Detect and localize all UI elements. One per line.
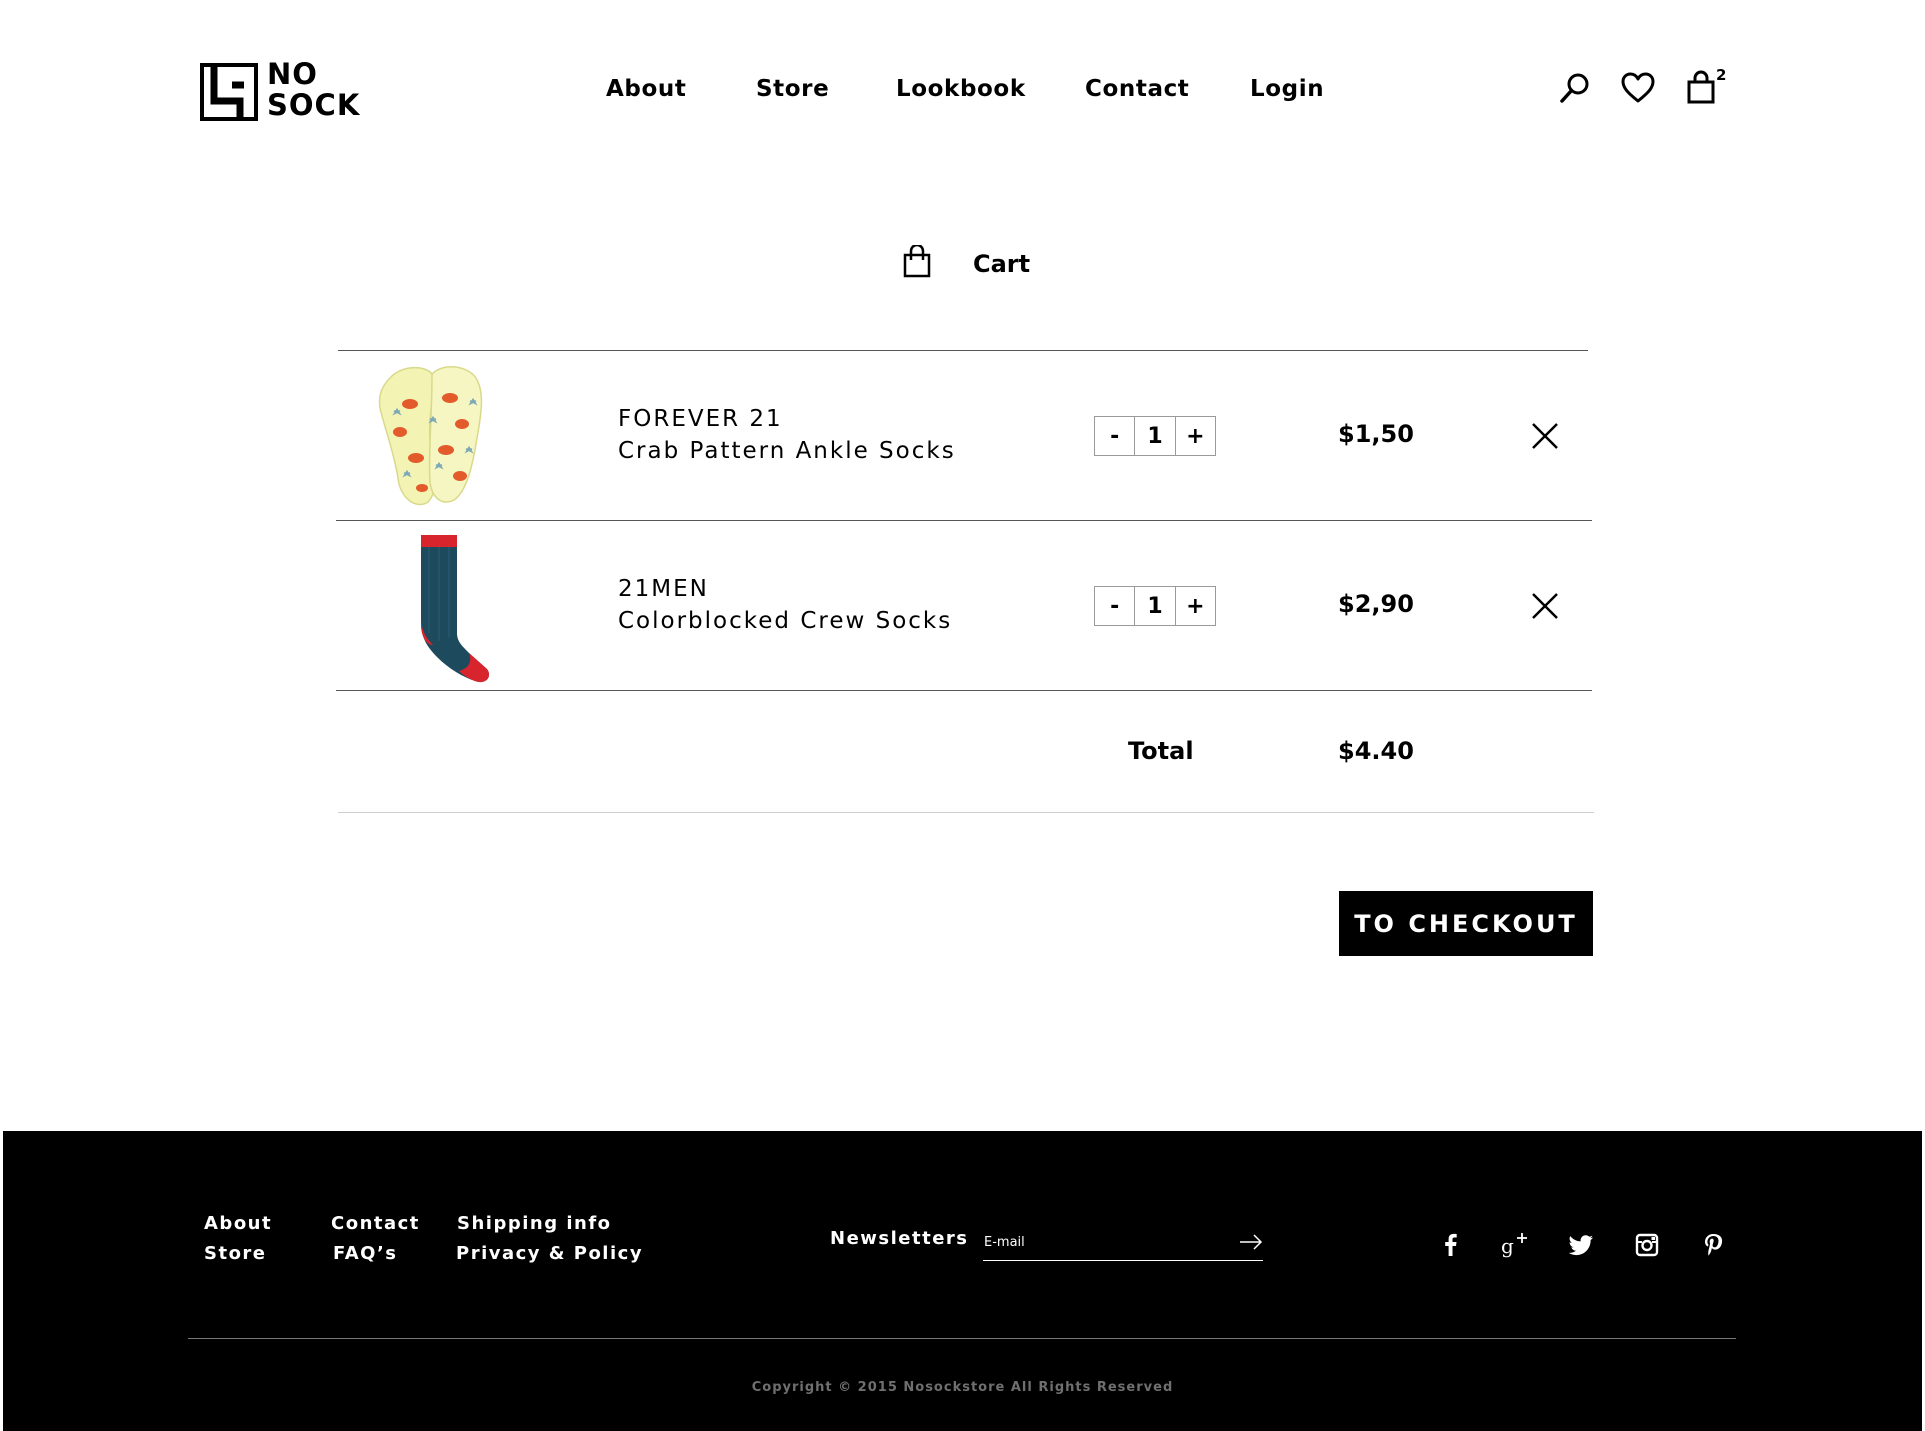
divider [338,812,1594,813]
quantity-value[interactable]: 1 [1134,587,1174,625]
divider [338,350,1588,351]
svg-text:g: g [1501,1234,1514,1258]
total-label: Total [1128,737,1194,765]
cart-count-badge: 2 [1716,66,1727,84]
footer: About Store Contact FAQ’s Shipping info … [3,1131,1922,1431]
item-price: $2,90 [1338,590,1414,618]
total-value: $4.40 [1338,737,1414,765]
newsletter-form [983,1230,1263,1261]
remove-item-icon[interactable] [1530,421,1560,451]
facebook-icon[interactable] [1437,1231,1465,1259]
google-plus-icon[interactable]: g [1500,1231,1528,1259]
product-image[interactable] [370,360,510,510]
quantity-stepper: - 1 + [1094,586,1216,626]
footer-link-store[interactable]: Store [204,1243,267,1264]
page-title: Cart [973,250,1031,278]
decrease-quantity-button[interactable]: - [1095,587,1134,625]
nav-contact[interactable]: Contact [1085,76,1189,102]
divider [336,690,1592,691]
arrow-right-icon[interactable] [1239,1232,1263,1252]
product-image[interactable] [385,533,525,683]
increase-quantity-button[interactable]: + [1174,417,1215,455]
footer-divider [188,1338,1736,1339]
footer-link-faq[interactable]: FAQ’s [333,1243,398,1264]
remove-item-icon[interactable] [1530,591,1560,621]
footer-link-about[interactable]: About [204,1213,272,1234]
pinterest-icon[interactable] [1699,1231,1727,1259]
email-input[interactable] [984,1235,1214,1250]
nav-about[interactable]: About [606,76,686,102]
nav-store[interactable]: Store [756,76,829,102]
increase-quantity-button[interactable]: + [1174,587,1215,625]
quantity-stepper: - 1 + [1094,416,1216,456]
nav-login[interactable]: Login [1250,76,1324,102]
shopping-bag-icon[interactable] [1683,70,1719,106]
instagram-icon[interactable] [1633,1231,1661,1259]
copyright-text: Copyright © 2015 Nosockstore All Rights … [751,1380,1174,1395]
checkout-button[interactable]: TO CHECKOUT [1339,891,1593,956]
product-name[interactable]: Crab Pattern Ankle Socks [618,438,956,464]
twitter-icon[interactable] [1567,1231,1595,1259]
product-brand: 21MEN [618,576,709,602]
newsletter-label: Newsletters [830,1228,969,1249]
heart-icon[interactable] [1620,70,1656,106]
product-brand: FOREVER 21 [618,406,783,432]
quantity-value[interactable]: 1 [1134,417,1174,455]
decrease-quantity-button[interactable]: - [1095,417,1134,455]
product-name[interactable]: Colorblocked Crew Socks [618,608,952,634]
item-price: $1,50 [1338,420,1414,448]
footer-link-privacy[interactable]: Privacy & Policy [456,1243,643,1264]
shopping-bag-icon [903,245,931,278]
footer-link-shipping[interactable]: Shipping info [457,1213,612,1234]
footer-link-contact[interactable]: Contact [331,1213,420,1234]
search-icon[interactable] [1557,70,1593,106]
divider [336,520,1592,521]
nav-lookbook[interactable]: Lookbook [896,76,1026,102]
